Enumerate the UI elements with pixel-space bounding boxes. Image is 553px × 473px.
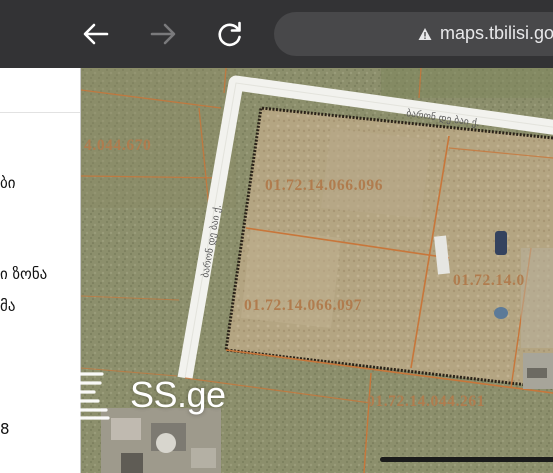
parcel-label: 01.72.14.066.097	[244, 297, 362, 314]
shed	[521, 248, 553, 348]
building	[191, 448, 216, 468]
watermark-lines-icon	[50, 372, 110, 420]
panel-text-line: 8	[0, 420, 10, 438]
building	[121, 453, 143, 473]
panel-divider	[0, 112, 80, 113]
car	[495, 231, 507, 255]
home-indicator[interactable]	[380, 457, 553, 462]
building-roof	[527, 368, 547, 378]
back-arrow-icon	[83, 23, 109, 45]
parcel-label: 01.72.14.044.261	[367, 393, 485, 410]
tank	[494, 307, 508, 319]
parcel-label: 01.72.14.066.096	[265, 177, 383, 194]
panel-text-line: მა	[0, 297, 16, 315]
browser-toolbar: maps.tbilisi.gov.ge	[0, 0, 553, 68]
roundabout	[156, 433, 176, 453]
ssge-watermark: SS.ge	[50, 370, 226, 420]
panel-text-line: ბი	[0, 174, 16, 192]
panel-text-line: ი ზონა	[0, 265, 48, 283]
reload-button[interactable]	[213, 17, 247, 51]
back-button[interactable]	[79, 17, 113, 51]
plot-patch	[321, 128, 431, 218]
terrain-patch	[381, 68, 553, 98]
watermark-text: SS.ge	[130, 374, 226, 415]
forward-arrow-icon	[150, 23, 176, 45]
forward-button[interactable]	[146, 17, 180, 51]
address-bar[interactable]: maps.tbilisi.gov.ge	[274, 12, 553, 56]
warning-triangle-icon	[418, 27, 432, 40]
parcel-label: 4.044.670	[84, 137, 151, 154]
parcel-label: 01.72.14.0	[453, 272, 525, 289]
building	[111, 418, 141, 440]
url-text: maps.tbilisi.gov.ge	[440, 23, 553, 43]
reload-icon	[218, 21, 241, 47]
